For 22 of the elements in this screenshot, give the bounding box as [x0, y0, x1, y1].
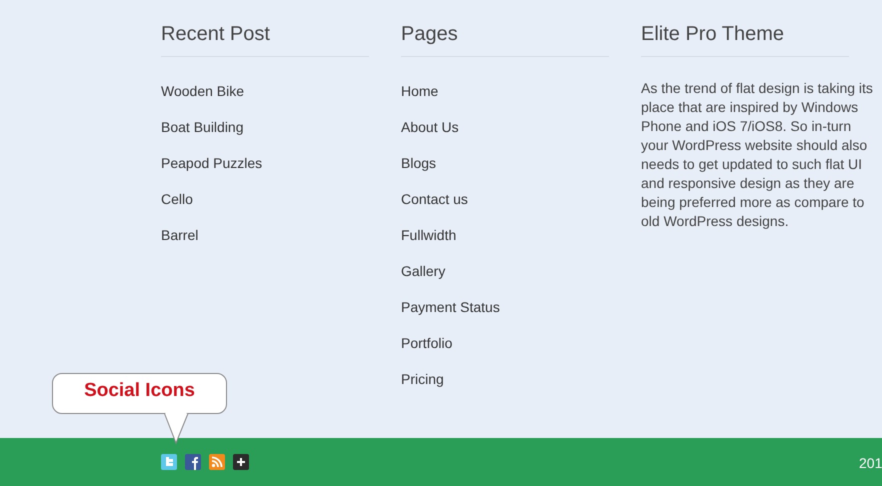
- footer-link[interactable]: Home: [401, 82, 438, 101]
- footer-link[interactable]: Portfolio: [401, 334, 452, 353]
- footer-link[interactable]: Fullwidth: [401, 226, 456, 245]
- theme-description: As the trend of flat design is taking its place that are inspired by Windows Phone and iOS 7/iOS8. So in-turn your WordPress website should also needs to get updated to such flat UI and responsive design as they are being preferred more as compare to old WordPress designs.: [641, 79, 873, 231]
- footer-link[interactable]: Cello: [161, 190, 193, 209]
- footer-link[interactable]: Gallery: [401, 262, 446, 281]
- plus-icon[interactable]: [233, 454, 249, 470]
- copyright-text: 201: [859, 454, 882, 473]
- footer-link[interactable]: Barrel: [161, 226, 198, 245]
- footer-link[interactable]: Contact us: [401, 190, 468, 209]
- footer-link[interactable]: Blogs: [401, 154, 436, 173]
- facebook-icon[interactable]: [185, 454, 201, 470]
- footer-link[interactable]: Peapod Puzzles: [161, 154, 262, 173]
- footer-link[interactable]: About Us: [401, 118, 459, 137]
- column-heading: Pages: [401, 22, 609, 57]
- footer-link[interactable]: Wooden Bike: [161, 82, 244, 101]
- footer-link[interactable]: Payment Status: [401, 298, 500, 317]
- rss-icon[interactable]: [209, 454, 225, 470]
- column-heading: Elite Pro Theme: [641, 22, 849, 57]
- footer-link[interactable]: Pricing: [401, 370, 444, 389]
- footer-link[interactable]: Boat Building: [161, 118, 244, 137]
- column-heading: Recent Post: [161, 22, 369, 57]
